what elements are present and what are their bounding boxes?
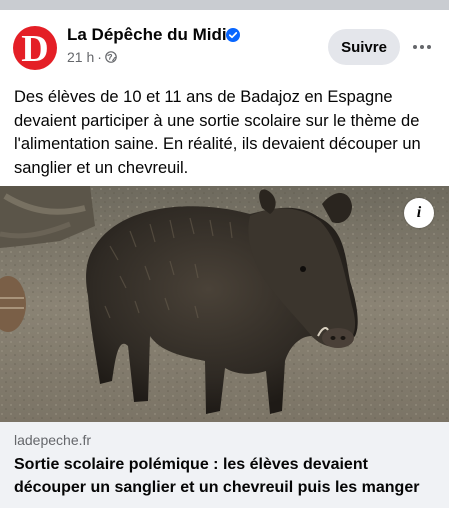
info-icon[interactable]: i [404,198,434,228]
link-domain: ladepeche.fr [14,432,92,448]
post-photo-wild-boar[interactable] [0,186,449,422]
post-header: D La Dépêche du Midi 21 h · Suivre [0,10,449,72]
meta-separator: · [97,49,102,65]
verified-badge-icon [226,28,240,42]
post-meta: 21 h · [67,49,117,65]
globe-icon [105,51,117,63]
avatar[interactable]: D [13,26,57,70]
post-text: Des élèves de 10 et 11 ans de Badajoz en… [14,88,421,177]
link-title[interactable]: Sortie scolaire polémique : les élèves d… [14,453,439,499]
post-time[interactable]: 21 h [67,49,94,65]
page-name[interactable]: La Dépêche du Midi [67,25,227,45]
link-preview-card[interactable]: ladepeche.fr Sortie scolaire polémique :… [0,422,449,508]
follow-button[interactable]: Suivre [328,29,400,65]
more-options-icon[interactable] [410,37,434,57]
avatar-logo-letter: D [21,28,49,70]
top-divider [0,0,449,10]
